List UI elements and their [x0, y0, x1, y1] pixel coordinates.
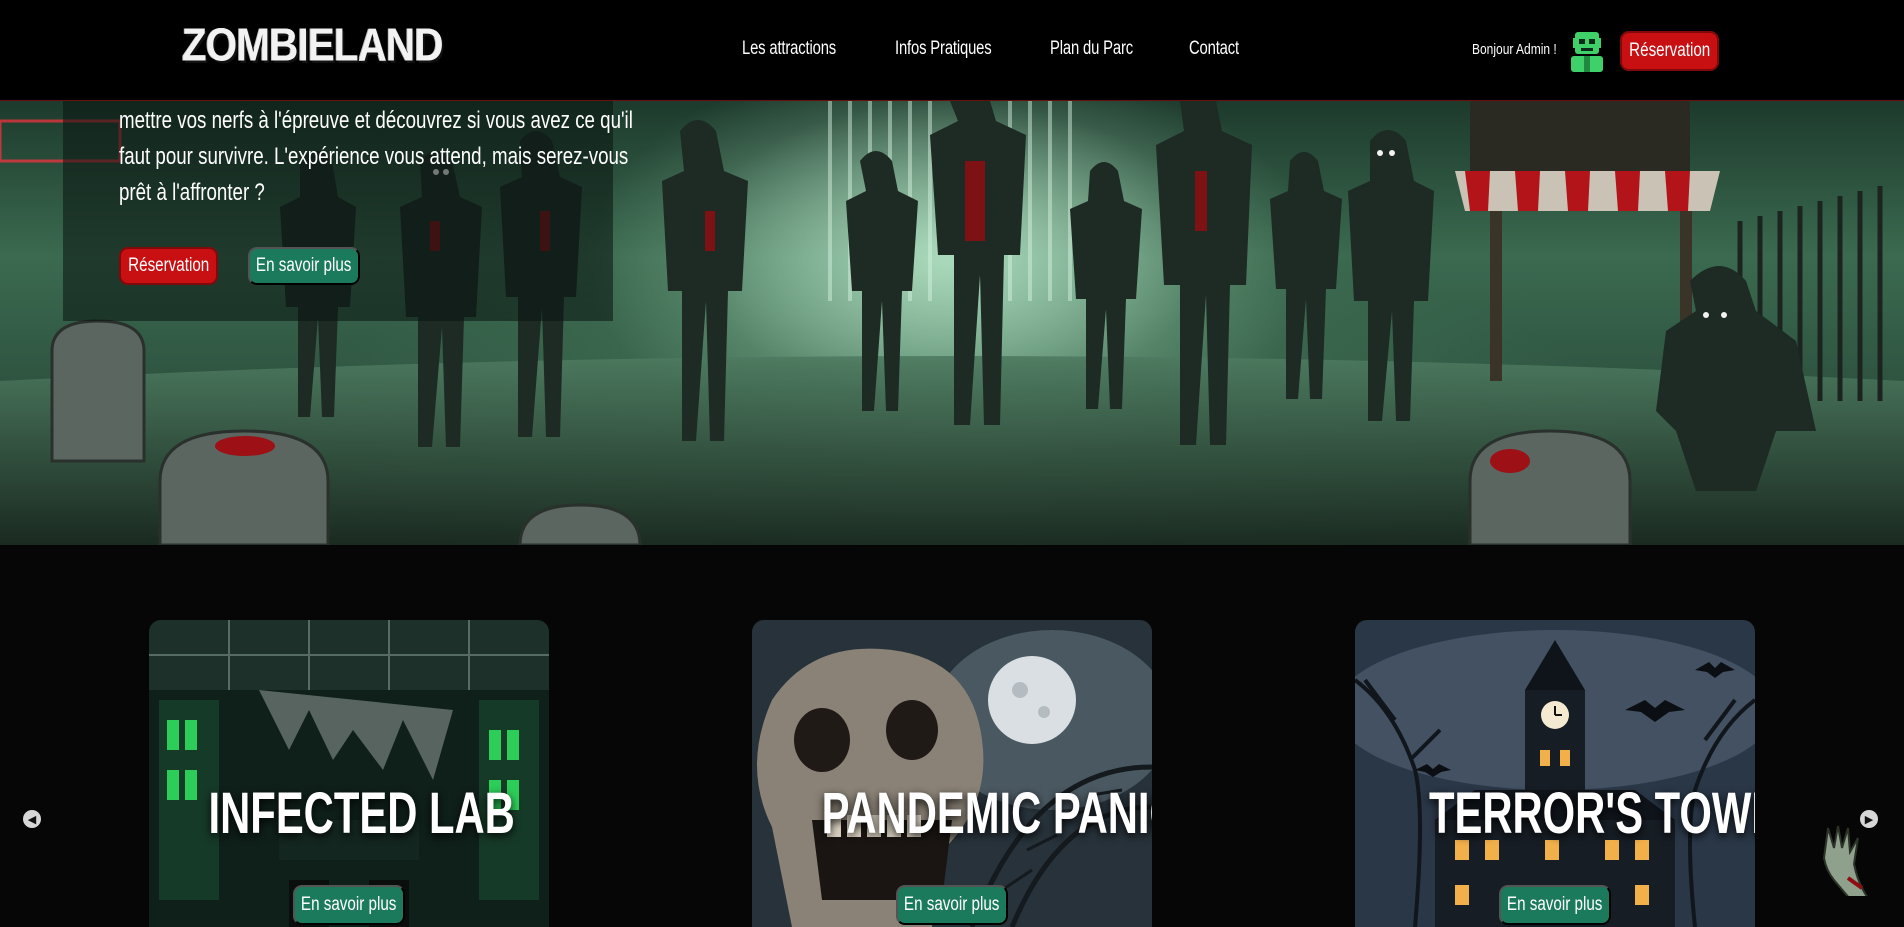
carousel-prev-button[interactable]: ◀: [23, 810, 41, 828]
nav-link-infos-pratiques[interactable]: Infos Pratiques: [895, 38, 992, 60]
attraction-card-pandemic-panic[interactable]: PANDEMIC PANIC En savoir plus: [752, 620, 1152, 927]
nav-link-attractions[interactable]: Les attractions: [742, 38, 836, 60]
hero-reservation-label: Réservation: [127, 255, 210, 276]
infected-lab-illustration: [149, 620, 549, 927]
hero-reservation-button[interactable]: Réservation: [119, 247, 218, 285]
header-reservation-button[interactable]: Réservation: [1620, 31, 1719, 71]
main-nav: Les attractions Infos Pratiques Plan du …: [742, 38, 1239, 60]
nav-link-contact[interactable]: Contact: [1189, 38, 1239, 60]
attraction-more-button[interactable]: En savoir plus: [1499, 885, 1611, 925]
attraction-more-button[interactable]: En savoir plus: [896, 885, 1008, 925]
zombie-avatar-icon[interactable]: [1566, 30, 1608, 72]
terrors-tower-illustration: [1355, 620, 1755, 927]
attraction-more-button[interactable]: En savoir plus: [293, 885, 405, 925]
nav-link-plan-du-parc[interactable]: Plan du Parc: [1050, 38, 1133, 60]
hero-more-label: En savoir plus: [256, 255, 352, 276]
hero-more-button[interactable]: En savoir plus: [248, 247, 360, 285]
attraction-title: TERROR'S TOWER: [1428, 781, 1755, 846]
attraction-more-label: En savoir plus: [904, 894, 1000, 915]
header-reservation-label: Réservation: [1628, 40, 1711, 61]
chevron-left-icon: ◀: [27, 813, 37, 826]
attraction-more-label: En savoir plus: [1507, 894, 1603, 915]
attraction-card-terrors-tower[interactable]: TERROR'S TOWER En savoir plus: [1355, 620, 1755, 927]
attractions-carousel: INFECTED LAB En savoir plus PANDEMIC PAN…: [0, 546, 1904, 927]
user-greeting: Bonjour Admin !: [1472, 41, 1557, 58]
attraction-title: INFECTED LAB: [208, 781, 515, 846]
attraction-card-infected-lab[interactable]: INFECTED LAB En savoir plus: [149, 620, 549, 927]
zombieland-logo[interactable]: ZOMBIELAND: [182, 19, 465, 72]
logo-text: ZOMBIELAND: [182, 19, 444, 72]
hero-banner: mettre vos nerfs à l'épreuve et découvre…: [0, 101, 1904, 545]
zombie-hand-icon: [1822, 825, 1868, 896]
site-header: ZOMBIELAND Les attractions Infos Pratiqu…: [0, 0, 1904, 101]
attraction-more-label: En savoir plus: [301, 894, 397, 915]
hero-description: mettre vos nerfs à l'épreuve et découvre…: [119, 107, 633, 206]
attraction-title: PANDEMIC PANIC: [821, 781, 1152, 846]
pandemic-panic-illustration: [752, 620, 1152, 927]
